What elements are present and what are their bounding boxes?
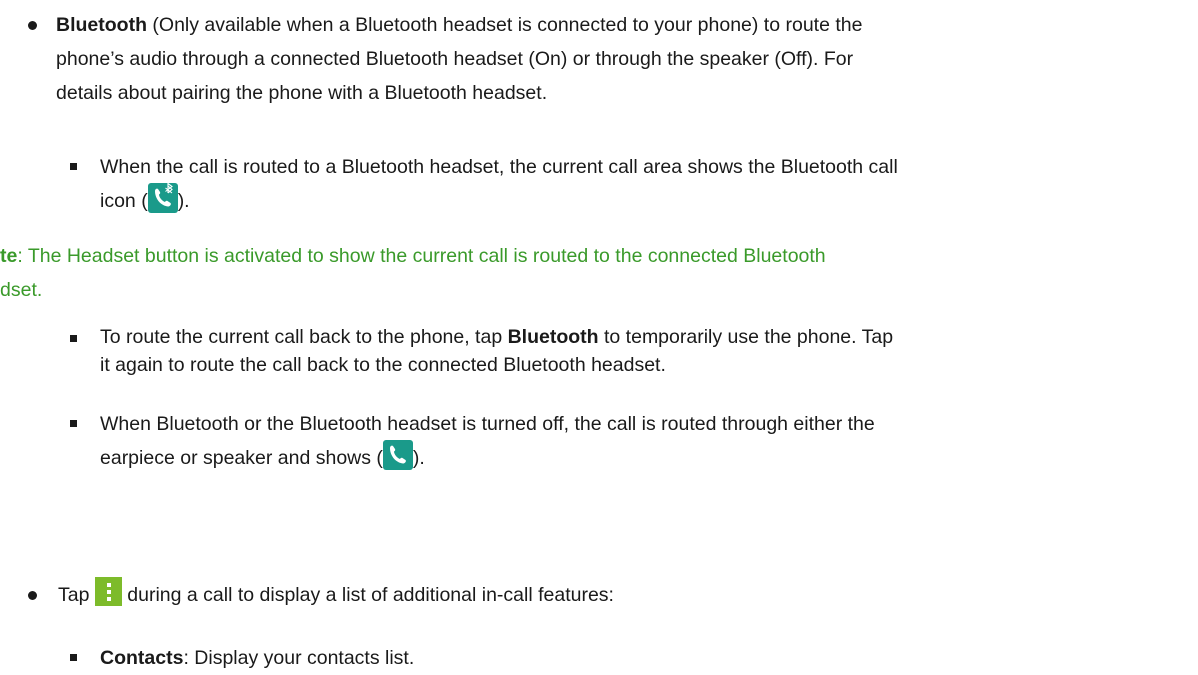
sub-bullet-marker	[70, 163, 77, 170]
bullet-marker	[28, 591, 37, 600]
sub2-line2: it again to route the call back to the c…	[100, 354, 666, 376]
more-menu-icon	[94, 577, 122, 607]
sub1-line2-after: ).	[177, 190, 190, 212]
bluetooth-term: Bluetooth	[507, 326, 599, 348]
contacts-desc: : Display your contacts list.	[183, 647, 415, 669]
sub-item-route-back: To route the current call back to the ph…	[100, 323, 1198, 379]
sub-bullet-marker	[70, 654, 77, 661]
note-block: te: The Headset button is activated to s…	[0, 239, 1198, 307]
sub-item-contacts: Contacts: Display your contacts list.	[100, 641, 1198, 675]
sub-bullet-marker	[70, 335, 77, 342]
note-label: te	[0, 245, 18, 267]
sub-item-bluetooth-off: When Bluetooth or the Bluetooth headset …	[100, 407, 1198, 475]
bluetooth-term: Bluetooth	[56, 14, 147, 36]
sub1-line1: When the call is routed to a Bluetooth h…	[100, 156, 898, 178]
sub3-line1: When Bluetooth or the Bluetooth headset …	[100, 413, 875, 435]
note-line1: : The Headset button is activated to sho…	[17, 245, 826, 267]
sub2-after: to temporarily use the phone. Tap	[598, 326, 894, 348]
sub3-line2-before: earpiece or speaker and shows (	[100, 447, 383, 469]
sub3-line2-after: ).	[412, 447, 425, 469]
call-icon	[382, 439, 413, 470]
bluetooth-desc-line2: phone’s audio through a connected Blueto…	[56, 48, 854, 70]
sub2-before: To route the current call back to the ph…	[100, 326, 508, 348]
bluetooth-desc-line1: (Only available when a Bluetooth headset…	[146, 14, 863, 36]
sub1-line2-before: icon (	[100, 190, 148, 212]
sub-item-bluetooth-icon: When the call is routed to a Bluetooth h…	[100, 150, 1198, 218]
note-line2: dset.	[0, 279, 43, 301]
contacts-term: Contacts	[100, 647, 184, 669]
bullet2-after: during a call to display a list of addit…	[121, 584, 614, 606]
bluetooth-call-icon	[147, 182, 178, 213]
bullet2-before: Tap	[58, 584, 95, 606]
sub-bullet-marker	[70, 420, 77, 427]
bullet-tap-menu: Tap during a call to display a list of a…	[58, 577, 1198, 612]
bullet-bluetooth: Bluetooth (Only available when a Bluetoo…	[56, 8, 1196, 110]
bluetooth-desc-line3: details about pairing the phone with a B…	[56, 82, 548, 104]
bullet-marker	[28, 21, 37, 30]
